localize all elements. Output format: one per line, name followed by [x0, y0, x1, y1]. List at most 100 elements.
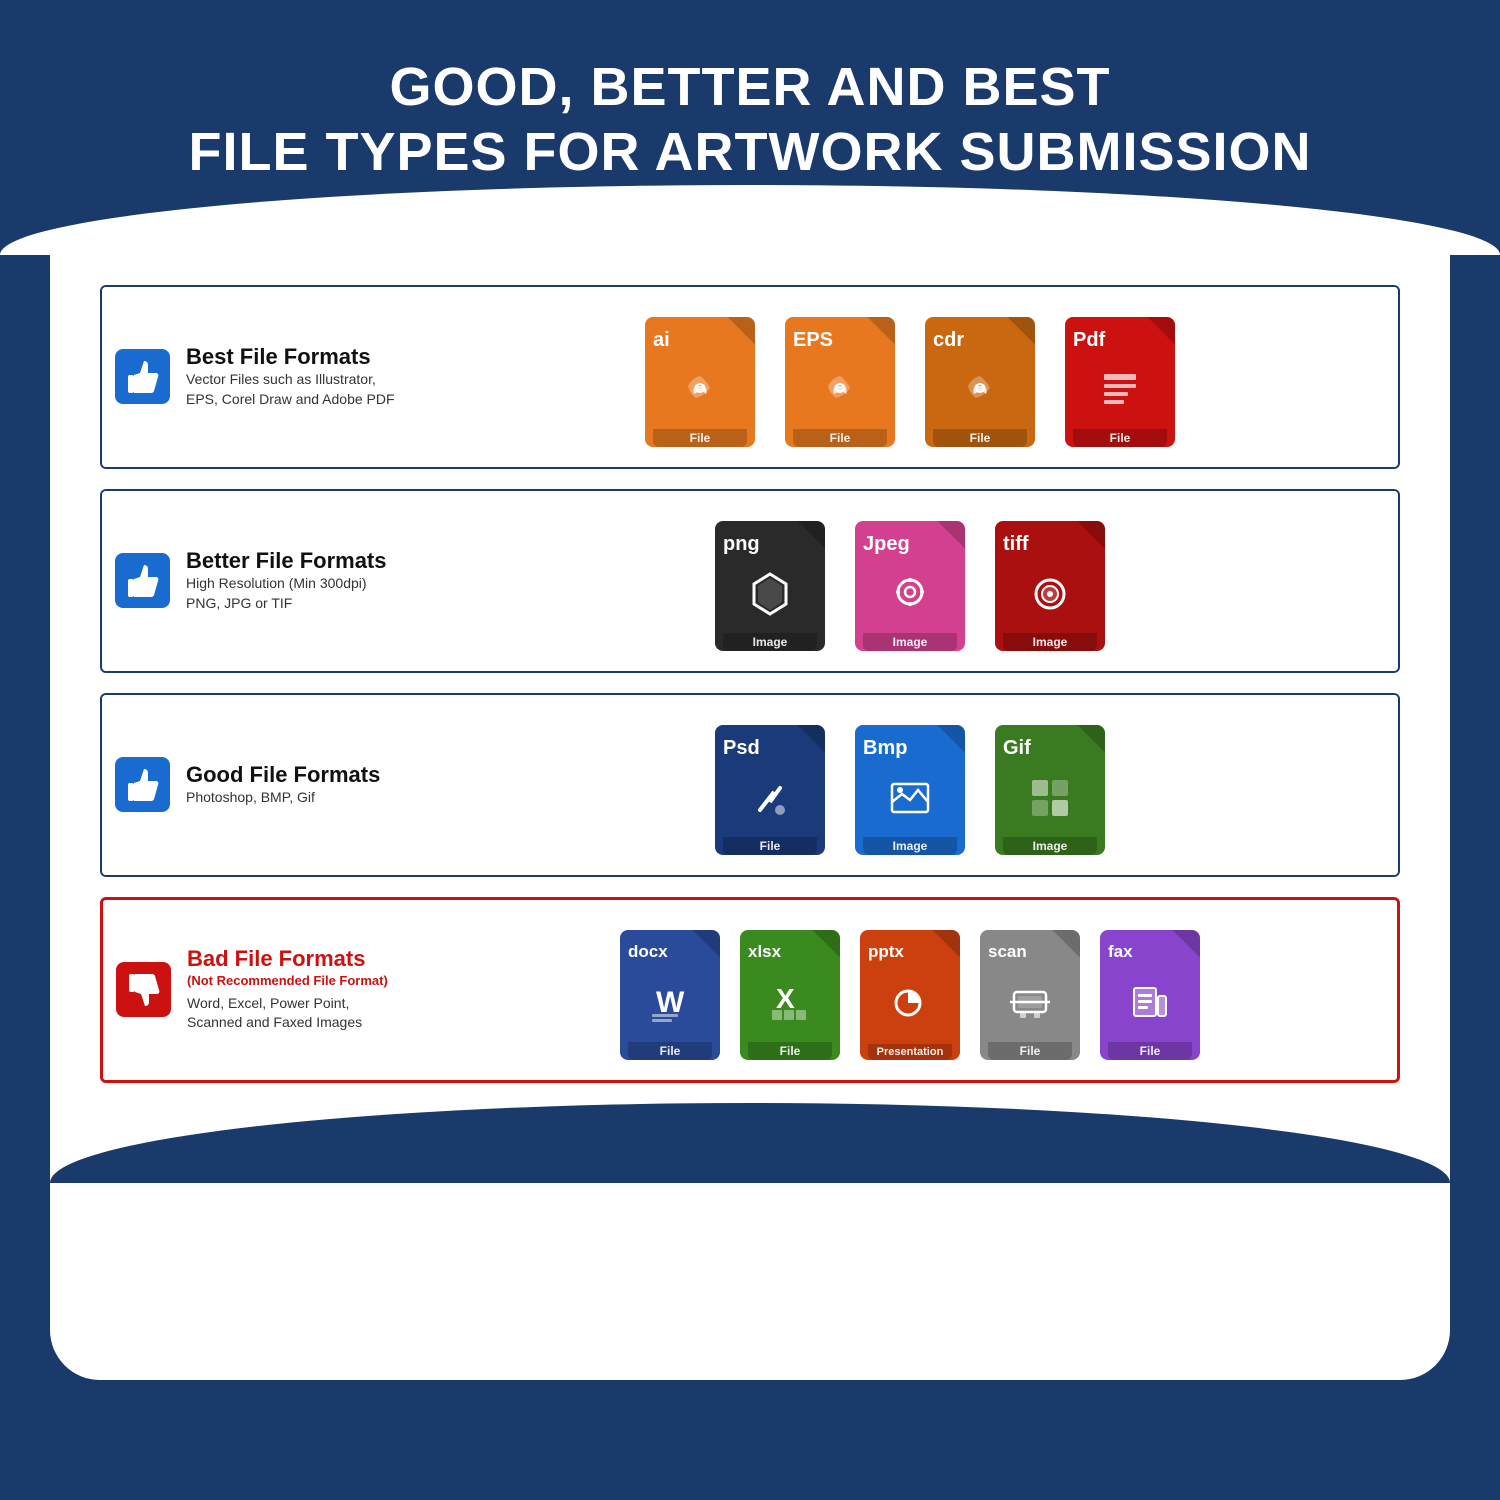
png-graphic — [746, 556, 794, 633]
bad-title: Bad File Formats — [187, 946, 403, 972]
tiff-file-icon: tiff Image — [990, 511, 1110, 651]
docx-graphic: W — [646, 962, 694, 1042]
better-info: Better File Formats High Resolution (Min… — [102, 491, 422, 671]
bmp-graphic — [886, 760, 934, 837]
pdf-label: File — [1073, 429, 1167, 447]
psd-file-icon: Psd File — [710, 715, 830, 855]
good-icons: Psd File Bmp — [422, 695, 1398, 875]
thumbs-down-icon — [125, 972, 161, 1008]
white-body: Best File Formats Vector Files such as I… — [50, 255, 1450, 1380]
xlsx-file-icon: xlsx X File — [738, 920, 843, 1060]
pptx-graphic — [886, 962, 934, 1044]
file-ear — [937, 725, 965, 753]
better-thumb-icon — [112, 551, 172, 611]
header-section: GOOD, BETTER AND BEST FILE TYPES FOR ART… — [0, 0, 1500, 185]
best-info: Best File Formats Vector Files such as I… — [102, 287, 422, 467]
best-info-text: Best File Formats Vector Files such as I… — [186, 344, 402, 410]
psd-graphic — [746, 760, 794, 837]
bmp-label: Image — [863, 837, 957, 855]
page-title: GOOD, BETTER AND BEST FILE TYPES FOR ART… — [188, 55, 1311, 185]
good-info: Good File Formats Photoshop, BMP, Gif — [102, 695, 422, 875]
best-icons: ai File EPS File — [422, 287, 1398, 467]
good-thumb-icon — [112, 755, 172, 815]
scan-graphic — [1006, 962, 1054, 1042]
fax-label: File — [1108, 1042, 1192, 1060]
eps-file-icon: EPS File — [780, 307, 900, 447]
file-ear — [1007, 317, 1035, 345]
jpeg-file-icon: Jpeg Image — [850, 511, 970, 651]
docx-label: File — [628, 1042, 712, 1060]
gif-graphic — [1026, 760, 1074, 837]
footer — [0, 1380, 1500, 1500]
scan-label: File — [988, 1042, 1072, 1060]
file-ear — [797, 521, 825, 549]
cdr-graphic — [956, 352, 1004, 429]
file-ear — [1077, 521, 1105, 549]
xlsx-label: File — [748, 1042, 832, 1060]
better-row: Better File Formats High Resolution (Min… — [100, 489, 1400, 673]
file-ear — [937, 521, 965, 549]
scan-file-icon: scan File — [978, 920, 1083, 1060]
jpeg-label: Image — [863, 633, 957, 651]
xlsx-graphic: X — [766, 962, 814, 1042]
pptx-label: Presentation — [868, 1044, 952, 1060]
bad-row: Bad File Formats (Not Recommended File F… — [100, 897, 1400, 1083]
pdf-graphic — [1096, 352, 1144, 429]
good-title: Good File Formats — [186, 762, 402, 788]
bad-info: Bad File Formats (Not Recommended File F… — [103, 900, 423, 1080]
cdr-file-icon: cdr File — [920, 307, 1040, 447]
file-ear — [867, 317, 895, 345]
thumbs-up-best — [115, 349, 170, 404]
file-ear — [1147, 317, 1175, 345]
pptx-file-icon: pptx Presentation — [858, 920, 963, 1060]
file-ear — [932, 930, 960, 958]
bottom-curve — [100, 1103, 1400, 1183]
bmp-file-icon: Bmp Image — [850, 715, 970, 855]
header-curve — [0, 185, 1500, 255]
better-desc: High Resolution (Min 300dpi) PNG, JPG or… — [186, 574, 402, 613]
gif-label: Image — [1003, 837, 1097, 855]
bad-subtitle: (Not Recommended File Format) — [187, 973, 403, 988]
bad-icons: docx W File — [423, 900, 1397, 1080]
ai-graphic — [676, 352, 724, 429]
file-ear — [1077, 725, 1105, 753]
best-desc: Vector Files such as Illustrator, EPS, C… — [186, 370, 402, 409]
png-file-icon: png Image — [710, 511, 830, 651]
thumbs-down-bad — [116, 962, 171, 1017]
fax-file-icon: fax File — [1098, 920, 1203, 1060]
png-label: Image — [723, 633, 817, 651]
bad-thumb-icon — [113, 960, 173, 1020]
best-title: Best File Formats — [186, 344, 402, 370]
docx-file-icon: docx W File — [618, 920, 723, 1060]
file-ear — [1172, 930, 1200, 958]
fax-graphic — [1126, 962, 1174, 1042]
pdf-file-icon: Pdf File — [1060, 307, 1180, 447]
better-title: Better File Formats — [186, 548, 402, 574]
file-ear — [797, 725, 825, 753]
thumbs-up-icon — [124, 359, 160, 395]
gif-file-icon: Gif Image — [990, 715, 1110, 855]
good-row: Good File Formats Photoshop, BMP, Gif Ps… — [100, 693, 1400, 877]
thumbs-up-better — [115, 553, 170, 608]
eps-graphic — [816, 352, 864, 429]
best-row: Best File Formats Vector Files such as I… — [100, 285, 1400, 469]
thumbs-up-icon-2 — [124, 563, 160, 599]
best-thumb-icon — [112, 347, 172, 407]
cdr-label: File — [933, 429, 1027, 447]
full-page: GOOD, BETTER AND BEST FILE TYPES FOR ART… — [0, 0, 1500, 1500]
thumbs-up-good — [115, 757, 170, 812]
bad-desc: Word, Excel, Power Point, Scanned and Fa… — [187, 994, 403, 1033]
tiff-label: Image — [1003, 633, 1097, 651]
jpeg-graphic — [886, 556, 934, 633]
bad-info-text: Bad File Formats (Not Recommended File F… — [187, 946, 403, 1033]
ai-label: File — [653, 429, 747, 447]
file-ear — [727, 317, 755, 345]
psd-label: File — [723, 837, 817, 855]
svg-text:X: X — [776, 983, 795, 1014]
eps-label: File — [793, 429, 887, 447]
file-ear — [692, 930, 720, 958]
good-info-text: Good File Formats Photoshop, BMP, Gif — [186, 762, 402, 808]
thumbs-up-icon-3 — [124, 767, 160, 803]
file-ear — [812, 930, 840, 958]
better-info-text: Better File Formats High Resolution (Min… — [186, 548, 402, 614]
